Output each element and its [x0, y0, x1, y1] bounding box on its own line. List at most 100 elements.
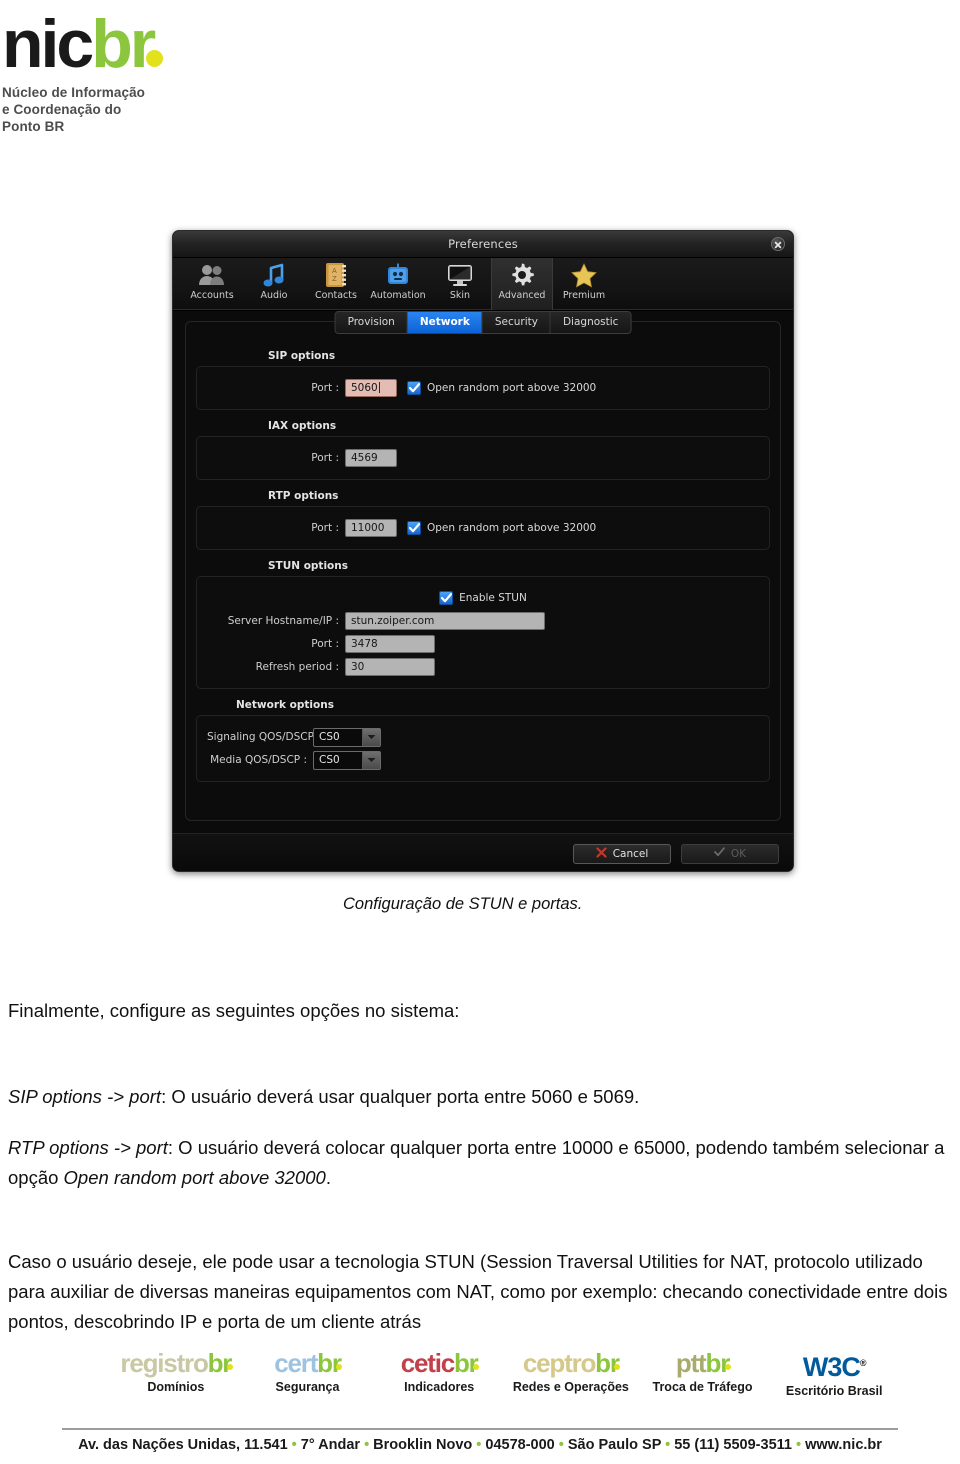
sip-random-port-checkbox-wrap: Open random port above 32000 — [407, 381, 596, 395]
skin-monitor-icon — [445, 261, 475, 289]
footer-logo-ptt: ptt br Troca de Tráfego — [637, 1348, 769, 1394]
nicbr-tagline: Núcleo de Informação e Coordenação do Po… — [0, 84, 300, 135]
paragraph-rtp: RTP options -> port: O usuário deverá co… — [8, 1133, 958, 1193]
tab-security[interactable]: Security — [482, 312, 551, 333]
open-random-port-emphasis: Open random port above 32000 — [63, 1167, 326, 1188]
registro-br-suffix: br — [207, 1348, 233, 1378]
network-options-title: Network options — [236, 699, 334, 711]
close-icon[interactable] — [771, 237, 785, 251]
footer-address: Av. das Nações Unidas, 11.541 • 7° Andar… — [78, 1437, 882, 1453]
stun-port-input[interactable]: 3478 — [345, 635, 435, 653]
dialog-toolbar: Accounts Audio A Z Contacts Automation S… — [173, 258, 793, 311]
ptt-br-suffix: br — [706, 1348, 731, 1378]
tab-network[interactable]: Network — [407, 312, 483, 333]
sip-options-emphasis: SIP options -> port — [8, 1086, 162, 1107]
network-settings-panel: Provision Network Security Diagnostic SI… — [185, 311, 781, 821]
sip-random-port-checkbox[interactable] — [407, 381, 421, 395]
toolbar-item-advanced[interactable]: Advanced — [491, 258, 553, 310]
cert-br-suffix: br — [317, 1348, 343, 1378]
footer-logo-w3c: W3C® Escritório Brasil — [768, 1348, 900, 1398]
tagline-line-3: Ponto BR — [2, 119, 65, 134]
ok-button[interactable]: OK — [681, 843, 779, 864]
cert-sublabel: Segurança — [275, 1380, 340, 1394]
media-qos-label: Media QOS/DSCP : — [210, 754, 307, 766]
iax-port-input[interactable]: 4569 — [345, 449, 397, 467]
signaling-qos-label: Signaling QOS/DSCP : — [207, 731, 321, 743]
stun-options-box: Enable STUN Server Hostname/IP : stun.zo… — [196, 576, 770, 689]
dialog-body: Provision Network Security Diagnostic SI… — [173, 311, 793, 871]
tagline-line-1: Núcleo de Informação — [2, 85, 146, 100]
rtp-port-input[interactable]: 11000 — [345, 519, 397, 537]
star-icon — [569, 261, 599, 289]
cetic-br-wordmark: cetic br — [373, 1348, 505, 1378]
signaling-qos-select[interactable]: CS0 — [313, 727, 381, 747]
stun-port-row: Port : 3478 — [207, 634, 759, 654]
toolbar-item-audio[interactable]: Audio — [243, 258, 305, 310]
logo-br-text: br — [91, 6, 164, 82]
toolbar-item-automation[interactable]: Automation — [367, 258, 429, 310]
iax-options-group: IAX options Port : 4569 — [196, 420, 770, 480]
toolbar-item-contacts[interactable]: A Z Contacts — [305, 258, 367, 310]
paragraph-intro: Finalmente, configure as seguintes opçõe… — [8, 1000, 460, 1021]
footer-logo-ceptro: ceptro br Redes e Operações — [505, 1348, 637, 1394]
logo-dot-icon — [146, 50, 164, 67]
dialog-footer: Cancel OK — [173, 833, 793, 871]
ceptro-br-suffix: br — [595, 1348, 621, 1378]
sip-options-title: SIP options — [268, 350, 336, 362]
registro-br-wordmark: registro br — [110, 1348, 242, 1378]
tab-diagnostic[interactable]: Diagnostic — [550, 312, 631, 333]
w3c-wordmark: W3C® — [768, 1348, 900, 1382]
toolbar-label-premium: Premium — [562, 290, 606, 301]
media-qos-select[interactable]: CS0 — [313, 750, 381, 770]
chevron-down-icon — [362, 751, 380, 769]
stun-refresh-row: Refresh period : 30 — [207, 657, 759, 677]
toolbar-label-advanced: Advanced — [498, 290, 546, 301]
stun-host-input[interactable]: stun.zoiper.com — [345, 612, 545, 630]
accounts-icon — [197, 261, 227, 289]
tab-provision[interactable]: Provision — [335, 312, 408, 333]
stun-options-title: STUN options — [268, 560, 348, 572]
cert-name: cert — [274, 1348, 318, 1378]
ptt-sublabel: Troca de Tráfego — [652, 1380, 753, 1394]
signaling-qos-value: CS0 — [319, 731, 340, 743]
rtp-options-emphasis: RTP options -> port — [8, 1137, 168, 1158]
registro-br-label: br — [207, 1348, 233, 1378]
settings-tabstrip: Provision Network Security Diagnostic — [334, 311, 632, 334]
iax-port-label: Port : — [311, 452, 339, 464]
toolbar-label-automation: Automation — [370, 290, 426, 301]
gear-icon — [507, 261, 537, 289]
toolbar-item-premium[interactable]: Premium — [553, 258, 615, 310]
text-caret — [378, 382, 380, 393]
cert-br-label: br — [317, 1348, 342, 1378]
stun-refresh-input[interactable]: 30 — [345, 658, 435, 676]
audio-note-icon — [259, 261, 289, 289]
w3c-mark-text: W3C — [802, 1352, 861, 1382]
cancel-button[interactable]: Cancel — [573, 843, 671, 864]
sip-random-port-label: Open random port above 32000 — [427, 382, 597, 394]
rtp-random-port-checkbox[interactable] — [407, 521, 421, 535]
registro-sublabel: Domínios — [147, 1380, 205, 1394]
toolbar-label-accounts: Accounts — [190, 290, 234, 301]
logo-dot-icon — [336, 1364, 343, 1370]
network-options-group: Network options Signaling QOS/DSCP : CS0… — [196, 699, 770, 782]
nicbr-wordmark: nic br — [0, 8, 300, 80]
figure-caption: Configuração de STUN e portas. — [343, 895, 583, 913]
rtp-options-group: RTP options Port : 11000 Open random por… — [196, 490, 770, 550]
stun-host-row: Server Hostname/IP : stun.zoiper.com — [207, 611, 759, 631]
toolbar-item-accounts[interactable]: Accounts — [181, 258, 243, 310]
iax-options-title: IAX options — [268, 420, 337, 432]
footer-divider — [62, 1428, 898, 1430]
toolbar-item-skin[interactable]: Skin — [429, 258, 491, 310]
ceptro-br-wordmark: ceptro br — [505, 1348, 637, 1378]
logo-dot-icon — [724, 1364, 731, 1370]
sip-port-input[interactable]: 5060 — [345, 379, 397, 397]
enable-stun-label: Enable STUN — [459, 592, 527, 604]
sip-options-box: Port : 5060 Open random port above 32000 — [196, 366, 770, 410]
enable-stun-checkbox[interactable] — [439, 591, 454, 605]
iax-port-row: Port : 4569 — [207, 448, 759, 468]
logo-dot-icon — [226, 1364, 233, 1370]
logo-br-label: br — [91, 6, 156, 82]
stun-enable-wrap: Enable STUN — [439, 591, 527, 605]
dialog-titlebar: Preferences — [173, 231, 793, 258]
iax-options-box: Port : 4569 — [196, 436, 770, 480]
